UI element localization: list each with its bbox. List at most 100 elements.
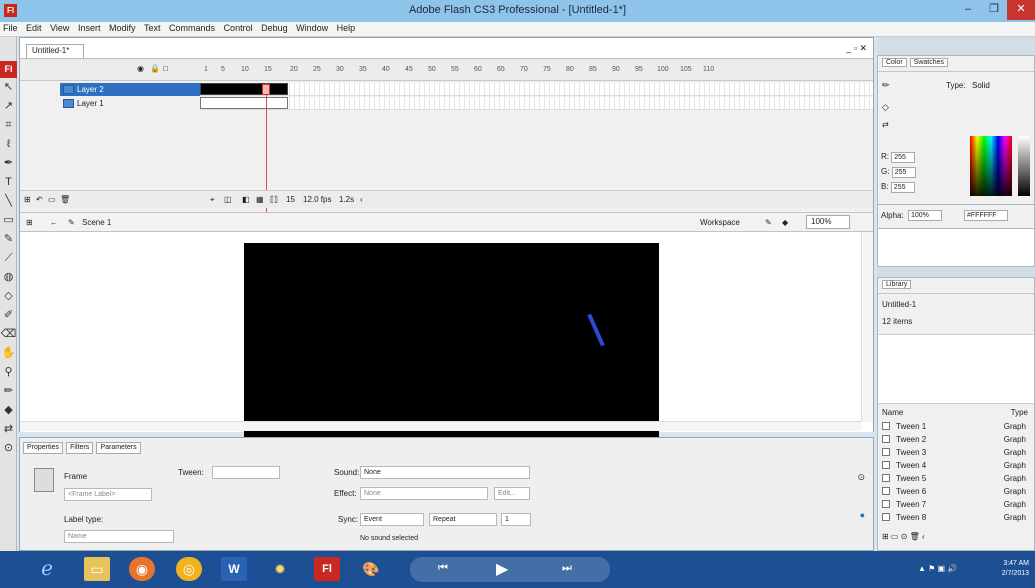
tab-library[interactable]: Library <box>882 280 912 289</box>
document-tab[interactable]: Untitled-1* <box>26 44 84 58</box>
menu-debug[interactable]: Debug <box>258 22 291 33</box>
blue-input[interactable]: 255 <box>890 182 915 193</box>
green-input[interactable]: 255 <box>891 167 916 178</box>
back-arrow-icon[interactable]: ← <box>50 218 58 227</box>
library-item[interactable]: Tween 6 Graph <box>882 486 1032 498</box>
help-icon[interactable]: ⊙ <box>857 472 865 483</box>
layer-row-layer-1[interactable]: Layer 1 <box>60 97 200 110</box>
color-spectrum[interactable] <box>970 136 1012 196</box>
layer-row-layer-2[interactable]: Layer 2 <box>60 83 200 96</box>
fill-color-icon[interactable]: ◇ <box>882 102 889 113</box>
tab-swatches[interactable]: Swatches <box>909 58 949 67</box>
text-tool-icon[interactable]: T <box>0 173 17 192</box>
insert-layer-icon[interactable]: ⊞ <box>24 195 31 204</box>
library-item[interactable]: Tween 7 Graph <box>882 499 1032 511</box>
repeat-count-input[interactable]: 1 <box>501 513 531 526</box>
brightness-slider[interactable] <box>1018 136 1030 196</box>
workspace-menu[interactable]: Workspace <box>700 218 740 227</box>
type-select[interactable]: Solid <box>972 81 990 90</box>
paint-icon[interactable]: 🎨 <box>358 557 384 581</box>
tab-color[interactable]: Color <box>882 58 907 67</box>
scene-name[interactable]: Scene 1 <box>82 218 111 227</box>
maximize-button[interactable]: ❐ <box>981 0 1007 20</box>
rectangle-tool-icon[interactable]: ▭ <box>0 211 17 230</box>
sound-select[interactable]: None <box>360 466 530 479</box>
edit-scene-icon[interactable]: ✎ <box>765 218 772 227</box>
effect-select[interactable]: None <box>360 487 488 500</box>
red-input[interactable]: 255 <box>891 152 916 163</box>
play-icon[interactable]: ▶ <box>496 559 508 579</box>
line-tool-icon[interactable]: ╲ <box>0 192 17 211</box>
library-item[interactable]: Tween 8 Graph <box>882 512 1032 524</box>
eraser-tool-icon[interactable]: ⌫ <box>0 325 17 344</box>
modify-onion-markers-icon[interactable]: ⟦⟧ <box>270 195 278 204</box>
delete-layer-icon[interactable]: 🗑 <box>60 195 70 204</box>
alpha-input[interactable]: 100% <box>908 210 942 221</box>
insert-folder-icon[interactable]: ▭ <box>48 195 56 204</box>
swap-colors-icon[interactable]: ⇄ <box>882 120 889 129</box>
library-item[interactable]: Tween 5 Graph <box>882 473 1032 485</box>
file-explorer-icon[interactable]: ▭ <box>84 557 110 581</box>
keyframe-span[interactable] <box>200 83 288 95</box>
add-motion-guide-icon[interactable]: ↶ <box>36 195 43 204</box>
center-frame-icon[interactable]: ⌖ <box>210 195 215 205</box>
subselection-tool-icon[interactable]: ↗ <box>0 97 17 116</box>
next-icon[interactable]: ⏭ <box>562 562 572 575</box>
tab-parameters[interactable]: Parameters <box>96 442 141 454</box>
chrome-icon[interactable]: ◎ <box>176 557 202 581</box>
library-document-select[interactable]: Untitled-1 <box>882 300 916 309</box>
close-button[interactable]: ✕ <box>1007 0 1035 20</box>
word-icon[interactable]: W <box>221 557 247 581</box>
paint-bucket-tool-icon[interactable]: ◇ <box>0 287 17 306</box>
eye-icon[interactable]: ◉ <box>137 64 144 73</box>
tab-filters[interactable]: Filters <box>66 442 94 454</box>
tab-properties[interactable]: Properties <box>23 442 63 454</box>
blue-stroke-shape[interactable] <box>587 313 605 347</box>
onion-skin-outlines-icon[interactable]: ◧ <box>242 195 250 204</box>
sync-select[interactable]: Event <box>360 513 424 526</box>
playhead[interactable] <box>266 83 267 233</box>
brush-tool-icon[interactable]: ⟋ <box>0 249 17 268</box>
edit-symbols-icon[interactable]: ◆ <box>782 218 788 227</box>
menu-file[interactable]: File <box>0 22 21 33</box>
previous-icon[interactable]: ⏮ <box>438 562 448 575</box>
snap-icon[interactable]: ⊙ <box>0 439 17 458</box>
menu-edit[interactable]: Edit <box>23 22 45 33</box>
hand-tool-icon[interactable]: ✋ <box>0 344 17 363</box>
layer-1-frames[interactable] <box>200 97 873 110</box>
horizontal-scrollbar[interactable] <box>20 421 861 431</box>
stroke-color-icon[interactable]: ✏ <box>0 382 17 401</box>
lock-icon[interactable]: 🔒 <box>150 64 160 73</box>
eyedropper-tool-icon[interactable]: ✐ <box>0 306 17 325</box>
flash-taskbar-icon[interactable]: Fl <box>314 557 340 581</box>
playhead-handle[interactable] <box>262 84 270 95</box>
library-item[interactable]: Tween 4 Graph <box>882 460 1032 472</box>
swap-colors-icon[interactable]: ⇄ <box>0 420 17 439</box>
timeline-toggle-icon[interactable]: ⊞ <box>26 218 33 227</box>
scroll-left-icon[interactable]: ‹ <box>360 195 363 204</box>
menu-window[interactable]: Window <box>293 22 331 33</box>
menu-view[interactable]: View <box>47 22 72 33</box>
tween-select[interactable] <box>212 466 280 479</box>
info-icon[interactable]: ● <box>860 510 865 520</box>
menu-control[interactable]: Control <box>221 22 256 33</box>
system-tool-icon[interactable]: ✹ <box>267 557 293 581</box>
pencil-tool-icon[interactable]: ✎ <box>0 230 17 249</box>
repeat-select[interactable]: Repeat <box>429 513 497 526</box>
label-type-select[interactable]: Name <box>64 530 174 543</box>
zoom-tool-icon[interactable]: ⚲ <box>0 363 17 382</box>
menu-modify[interactable]: Modify <box>106 22 139 33</box>
firefox-icon[interactable]: ◉ <box>129 557 155 581</box>
fill-color-icon[interactable]: ◆ <box>0 401 17 420</box>
stroke-color-icon[interactable]: ✏ <box>882 80 890 91</box>
edit-multiple-frames-icon[interactable]: ▦ <box>256 195 264 204</box>
outline-icon[interactable]: □ <box>163 64 168 73</box>
library-item[interactable]: Tween 3 Graph <box>882 447 1032 459</box>
menu-help[interactable]: Help <box>334 22 359 33</box>
free-transform-tool-icon[interactable]: ⌗ <box>0 116 17 135</box>
edit-button[interactable]: Edit... <box>494 487 530 500</box>
layer-2-frames[interactable] <box>200 83 873 96</box>
frame-label-input[interactable]: <Frame Label> <box>64 488 152 501</box>
library-item[interactable]: Tween 2 Graph <box>882 434 1032 446</box>
zoom-select[interactable]: 100% <box>806 215 850 229</box>
